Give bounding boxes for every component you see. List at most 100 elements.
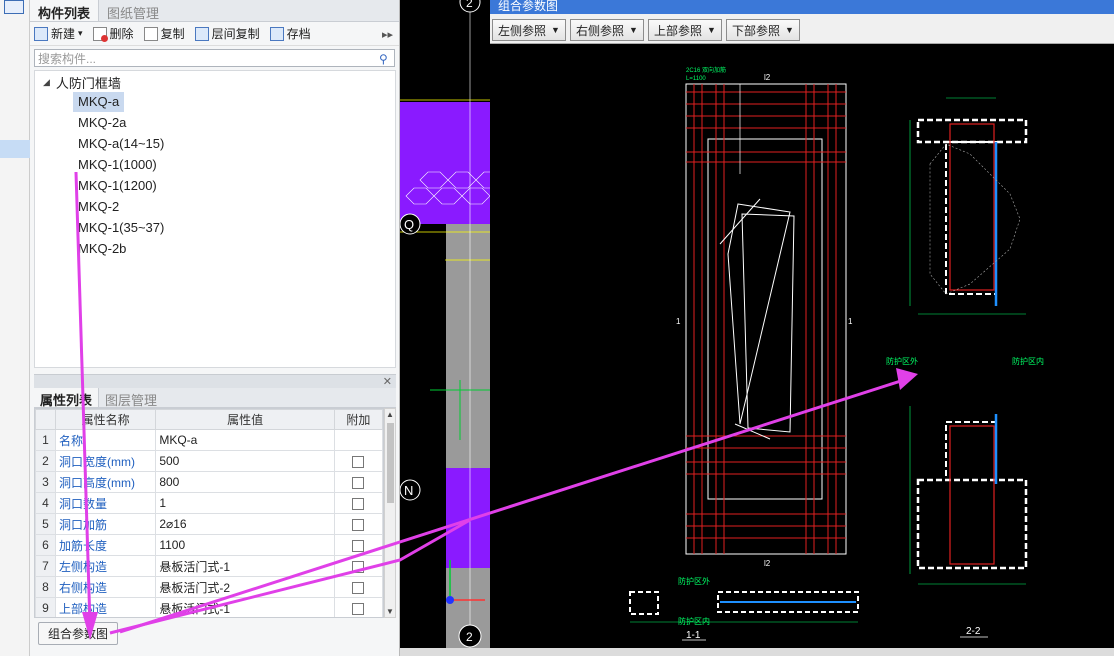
tab-drawing-management[interactable]: 图纸管理 [99, 0, 167, 21]
property-value[interactable]: 悬板活门式-1 [155, 597, 335, 617]
row-number: 8 [35, 576, 57, 598]
scroll-down-icon[interactable]: ▼ [386, 607, 394, 616]
hinge-arc [929, 143, 1021, 295]
floor-copy-button[interactable]: 层间复制 [194, 25, 260, 42]
dialog-toolbar: 左侧参照 ▼ 右侧参照 ▼ 上部参照 ▼ 下部参照 ▼ [490, 14, 1114, 44]
tab-component-list[interactable]: 构件列表 [30, 0, 100, 21]
property-row[interactable]: 2 洞口宽度(mm) 500 [35, 450, 383, 472]
left-ref-dropdown[interactable]: 左侧参照 ▼ [492, 19, 566, 41]
top-ref-dropdown[interactable]: 上部参照 ▼ [648, 19, 722, 41]
scroll-up-icon[interactable]: ▲ [386, 410, 394, 419]
property-scrollbar[interactable]: ▲ ▼ [384, 408, 396, 618]
search-icon[interactable]: ⚲ [379, 52, 391, 66]
chevron-down-icon: ▼ [629, 25, 638, 35]
row-number: 7 [35, 555, 57, 577]
extra-checkbox[interactable] [352, 539, 365, 552]
right-ref-dropdown[interactable]: 右侧参照 ▼ [570, 19, 644, 41]
copy-icon [143, 26, 158, 41]
scroll-thumb[interactable] [387, 423, 394, 503]
property-name: 洞口宽度(mm) [55, 450, 157, 472]
combo-param-button[interactable]: 组合参数图 [38, 622, 118, 645]
property-value[interactable]: 1 [155, 492, 335, 514]
lintel-outline [916, 118, 1028, 144]
tree-item[interactable]: MKQ-2a [73, 113, 131, 133]
new-icon [34, 26, 48, 41]
property-value[interactable]: 800 [155, 471, 335, 493]
corner-bar [719, 198, 761, 245]
property-value[interactable]: 500 [155, 450, 335, 472]
property-name: 洞口加筋 [55, 513, 157, 535]
grid-label-2-bottom: 2 [466, 630, 473, 644]
tree-item[interactable]: MKQ-a(14~15) [73, 134, 169, 154]
property-row[interactable]: 7 左侧构造 悬板活门式-1 [35, 555, 383, 577]
search-input[interactable]: 搜索构件... ⚲ [34, 49, 395, 67]
new-button[interactable]: 新建 ▾ [34, 25, 83, 42]
tree-item[interactable]: MKQ-2b [73, 239, 131, 259]
property-value[interactable]: 1100 [155, 534, 335, 556]
floor-copy-label: 层间复制 [211, 27, 260, 41]
delete-label: 删除 [109, 27, 134, 41]
property-row[interactable]: 1 名称 MKQ-a [35, 429, 383, 451]
extra-checkbox[interactable] [352, 581, 365, 594]
extra-cell [333, 597, 383, 617]
axis-origin [446, 596, 454, 604]
section-title-2-2: 2-2 [966, 626, 981, 637]
purple-slab [400, 102, 490, 224]
document-icon[interactable] [4, 0, 24, 14]
tab-layer-management[interactable]: 图层管理 [99, 388, 163, 408]
tree-item[interactable]: MKQ-1(1200) [73, 176, 162, 196]
collapse-triangle-icon[interactable]: ◢ [43, 77, 50, 88]
row-number: 1 [35, 429, 57, 451]
row-number: 2 [35, 450, 57, 472]
extra-checkbox[interactable] [352, 497, 365, 510]
property-value[interactable]: 2⌀16 [155, 513, 335, 535]
tree-item[interactable]: MKQ-2 [73, 197, 124, 217]
copy-button[interactable]: 复制 [143, 25, 185, 42]
inner-frame [741, 213, 795, 433]
extra-cell [333, 555, 383, 577]
property-row[interactable]: 6 加筋长度 1100 [35, 534, 383, 556]
property-name: 名称 [55, 429, 157, 451]
extra-checkbox[interactable] [352, 476, 365, 489]
property-row[interactable]: 5 洞口加筋 2⌀16 [35, 513, 383, 535]
extra-checkbox[interactable] [352, 602, 365, 615]
property-value[interactable]: 悬板活门式-1 [155, 555, 335, 577]
property-name: 右侧构造 [55, 576, 157, 598]
grid-label-q: Q [404, 217, 414, 232]
tab-property-list[interactable]: 属性列表 [34, 388, 100, 408]
close-icon[interactable]: ✕ [383, 375, 392, 388]
tree-item[interactable]: MKQ-1(35~37) [73, 218, 169, 238]
section-detail-top [909, 97, 1028, 315]
property-row[interactable]: 4 洞口数量 1 [35, 492, 383, 514]
property-name: 左侧构造 [55, 555, 157, 577]
tree-item[interactable]: MKQ-a [73, 92, 125, 112]
property-value[interactable]: MKQ-a [155, 429, 335, 451]
toolbar-more-icon[interactable]: ▸▸ [382, 28, 393, 41]
left-strip-highlight [0, 140, 30, 158]
drawing-canvas[interactable]: 2C16 双向加筋 L=1100 l2 l2 1 1 防护区外 防护区内 防护区… [490, 44, 1114, 648]
extra-checkbox[interactable] [352, 518, 365, 531]
bar-length: L=1100 [686, 76, 706, 82]
label-inside-1-1: 防护区内 [678, 616, 710, 626]
extra-cell [333, 492, 383, 514]
delete-button[interactable]: 删除 [92, 25, 134, 42]
extra-checkbox[interactable] [352, 455, 365, 468]
extra-checkbox[interactable] [352, 560, 365, 573]
archive-button[interactable]: 存档 [269, 25, 311, 42]
bottom-ref-dropdown[interactable]: 下部参照 ▼ [726, 19, 800, 41]
property-value[interactable]: 悬板活门式-2 [155, 576, 335, 598]
bar-note: 2C16 双向加筋 [686, 66, 726, 74]
tree-item[interactable]: MKQ-1(1000) [73, 155, 162, 175]
section-title-1-1: 1-1 [686, 630, 701, 641]
top-ref-label: 上部参照 [654, 23, 703, 38]
cad-canvas[interactable]: 2 Q N 2 [400, 0, 490, 656]
property-row[interactable]: 8 右侧构造 悬板活门式-2 [35, 576, 383, 598]
header-num [35, 409, 57, 430]
tree-root[interactable]: ◢ 人防门框墙 [43, 73, 121, 92]
property-row[interactable]: 3 洞口高度(mm) 800 [35, 471, 383, 493]
component-tree: ◢ 人防门框墙 MKQ-a MKQ-2a MKQ-a(14~15) MKQ-1(… [34, 70, 396, 368]
sill-outline [916, 478, 1028, 570]
extra-cell [333, 534, 383, 556]
property-row[interactable]: 9 上部构造 悬板活门式-1 [35, 597, 383, 617]
property-name: 洞口高度(mm) [55, 471, 157, 493]
